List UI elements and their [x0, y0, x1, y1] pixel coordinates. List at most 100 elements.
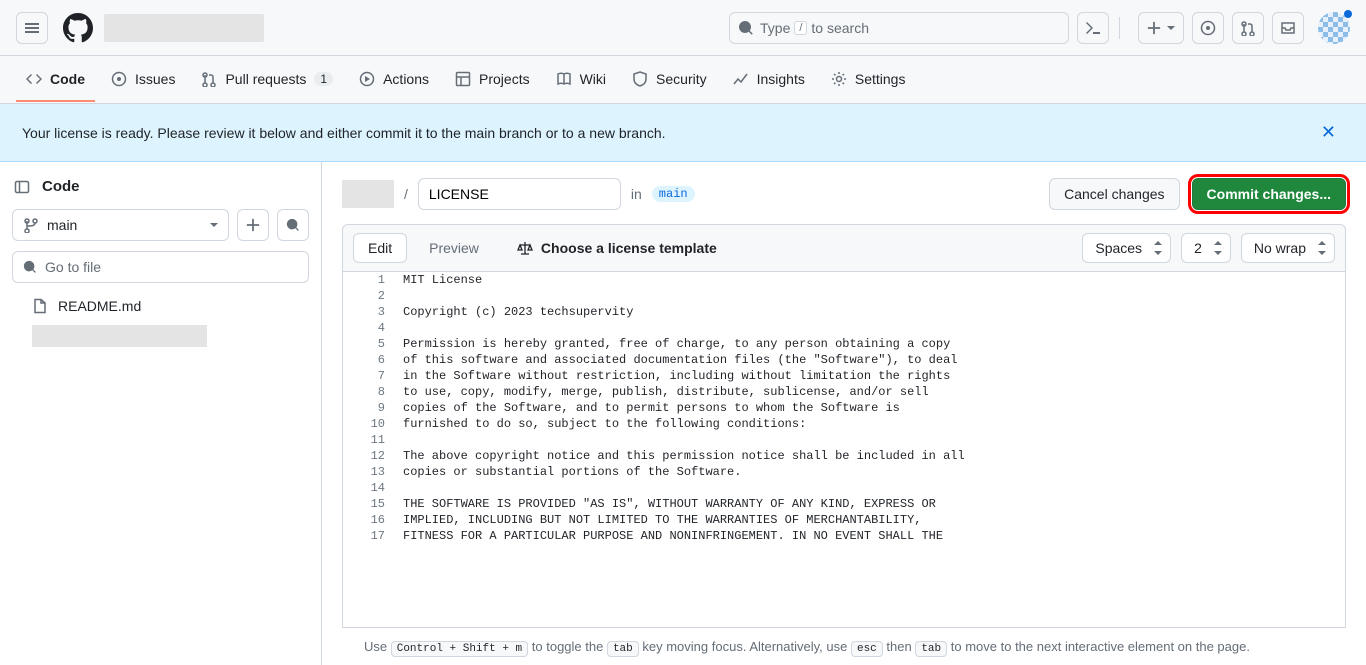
kbd-hint: tab [915, 641, 947, 657]
sidebar-title: Code [42, 178, 80, 195]
preview-tab[interactable]: Preview [415, 233, 493, 263]
code-text: Permission is hereby granted, free of ch… [403, 336, 950, 352]
tab-pull-requests-label: Pull requests [225, 71, 306, 87]
tab-settings[interactable]: Settings [821, 58, 916, 102]
owner-placeholder [342, 180, 394, 208]
code-text: copies or substantial portions of the So… [403, 464, 741, 480]
hamburger-button[interactable] [16, 12, 48, 44]
line-number: 15 [343, 496, 403, 512]
line-number: 14 [343, 480, 403, 496]
header-separator [1119, 17, 1120, 39]
line-number: 12 [343, 448, 403, 464]
search-icon [286, 218, 300, 232]
choose-license-label: Choose a license template [541, 240, 717, 256]
code-text: Copyright (c) 2023 techsupervity [403, 304, 633, 320]
editor-content: / in main Cancel changes Commit changes.… [322, 162, 1366, 665]
issues-shortcut-button[interactable] [1192, 12, 1224, 44]
tab-actions[interactable]: Actions [349, 58, 439, 102]
code-text: FITNESS FOR A PARTICULAR PURPOSE AND NON… [403, 528, 943, 544]
indent-mode-select[interactable]: Spaces [1082, 233, 1171, 263]
tab-projects[interactable]: Projects [445, 58, 540, 102]
tab-issues[interactable]: Issues [101, 58, 185, 102]
keyboard-hint: Use Control + Shift + m to toggle the ta… [342, 628, 1346, 665]
search-files-button[interactable] [277, 209, 309, 241]
tab-code-label: Code [50, 71, 85, 87]
book-icon [556, 71, 572, 87]
tab-pull-requests[interactable]: Pull requests 1 [191, 58, 343, 102]
filename-input[interactable] [418, 178, 621, 210]
tab-insights-label: Insights [757, 71, 805, 87]
license-ready-notice: Your license is ready. Please review it … [0, 104, 1366, 162]
edit-tab[interactable]: Edit [353, 233, 407, 263]
pull-requests-shortcut-button[interactable] [1232, 12, 1264, 44]
kbd-hint: Control + Shift + m [391, 641, 528, 657]
line-number: 13 [343, 464, 403, 480]
hint-text: then [886, 639, 915, 654]
code-text: MIT License [403, 272, 482, 288]
hint-text: to move to the next interactive element … [951, 639, 1250, 654]
tab-actions-label: Actions [383, 71, 429, 87]
tab-insights[interactable]: Insights [723, 58, 815, 102]
code-text: THE SOFTWARE IS PROVIDED "AS IS", WITHOU… [403, 496, 936, 512]
line-number: 4 [343, 320, 403, 336]
editor-toolbar: Edit Preview Choose a license template S… [342, 224, 1346, 272]
line-number: 5 [343, 336, 403, 352]
editor-line: 9copies of the Software, and to permit p… [343, 400, 1345, 416]
inbox-button[interactable] [1272, 12, 1304, 44]
code-text: copies of the Software, and to permit pe… [403, 400, 900, 416]
line-number: 7 [343, 368, 403, 384]
code-text: to use, copy, modify, merge, publish, di… [403, 384, 929, 400]
sidebar-panel-icon [14, 179, 30, 195]
code-editor[interactable]: 1MIT License23Copyright (c) 2023 techsup… [342, 272, 1346, 628]
file-filter-placeholder: Go to file [45, 259, 101, 275]
choose-license-template-link[interactable]: Choose a license template [517, 240, 717, 256]
play-icon [359, 71, 375, 87]
command-palette-button[interactable] [1077, 12, 1109, 44]
global-search[interactable]: Type / to search [729, 12, 1069, 44]
editor-line: 8to use, copy, modify, merge, publish, d… [343, 384, 1345, 400]
plus-icon [1147, 21, 1161, 35]
project-icon [455, 71, 471, 87]
shield-icon [632, 71, 648, 87]
file-tree-item[interactable]: README.md [12, 293, 309, 319]
github-logo[interactable] [62, 12, 94, 44]
hint-text: key moving focus. Alternatively, use [642, 639, 851, 654]
notice-text: Your license is ready. Please review it … [22, 125, 666, 141]
file-tree-sidebar: Code main Go to file README.md [0, 162, 322, 665]
indent-size-select[interactable]: 2 [1181, 233, 1231, 263]
sidebar-header: Code [12, 174, 309, 199]
branch-selector[interactable]: main [12, 209, 229, 241]
editor-line: 6of this software and associated documen… [343, 352, 1345, 368]
line-number: 3 [343, 304, 403, 320]
file-filter-input[interactable]: Go to file [12, 251, 309, 283]
commit-changes-button[interactable]: Commit changes... [1192, 178, 1346, 210]
editor-line: 15THE SOFTWARE IS PROVIDED "AS IS", WITH… [343, 496, 1345, 512]
editor-line: 12The above copyright notice and this pe… [343, 448, 1345, 464]
tab-security[interactable]: Security [622, 58, 717, 102]
editor-line: 13copies or substantial portions of the … [343, 464, 1345, 480]
code-icon [26, 71, 42, 87]
global-header: Type / to search [0, 0, 1366, 56]
line-number: 11 [343, 432, 403, 448]
git-branch-icon [23, 217, 39, 233]
file-tree-placeholder [32, 325, 207, 347]
main-area: Code main Go to file README.md [0, 162, 1366, 665]
add-file-button[interactable] [237, 209, 269, 241]
tab-code[interactable]: Code [16, 58, 95, 102]
wrap-mode-select[interactable]: No wrap [1241, 233, 1335, 263]
line-number: 1 [343, 272, 403, 288]
branch-name: main [47, 217, 77, 233]
tab-wiki[interactable]: Wiki [546, 58, 616, 102]
user-avatar[interactable] [1318, 12, 1350, 44]
git-pull-request-icon [1240, 20, 1256, 36]
file-icon [32, 298, 48, 314]
create-new-button[interactable] [1138, 12, 1184, 44]
notice-close-button[interactable]: ✕ [1313, 118, 1344, 147]
editor-line: 7in the Software without restriction, in… [343, 368, 1345, 384]
cancel-changes-button[interactable]: Cancel changes [1049, 178, 1179, 210]
line-number: 10 [343, 416, 403, 432]
hamburger-icon [24, 20, 40, 36]
code-text: of this software and associated document… [403, 352, 958, 368]
line-number: 6 [343, 352, 403, 368]
chevron-down-icon [210, 223, 218, 227]
